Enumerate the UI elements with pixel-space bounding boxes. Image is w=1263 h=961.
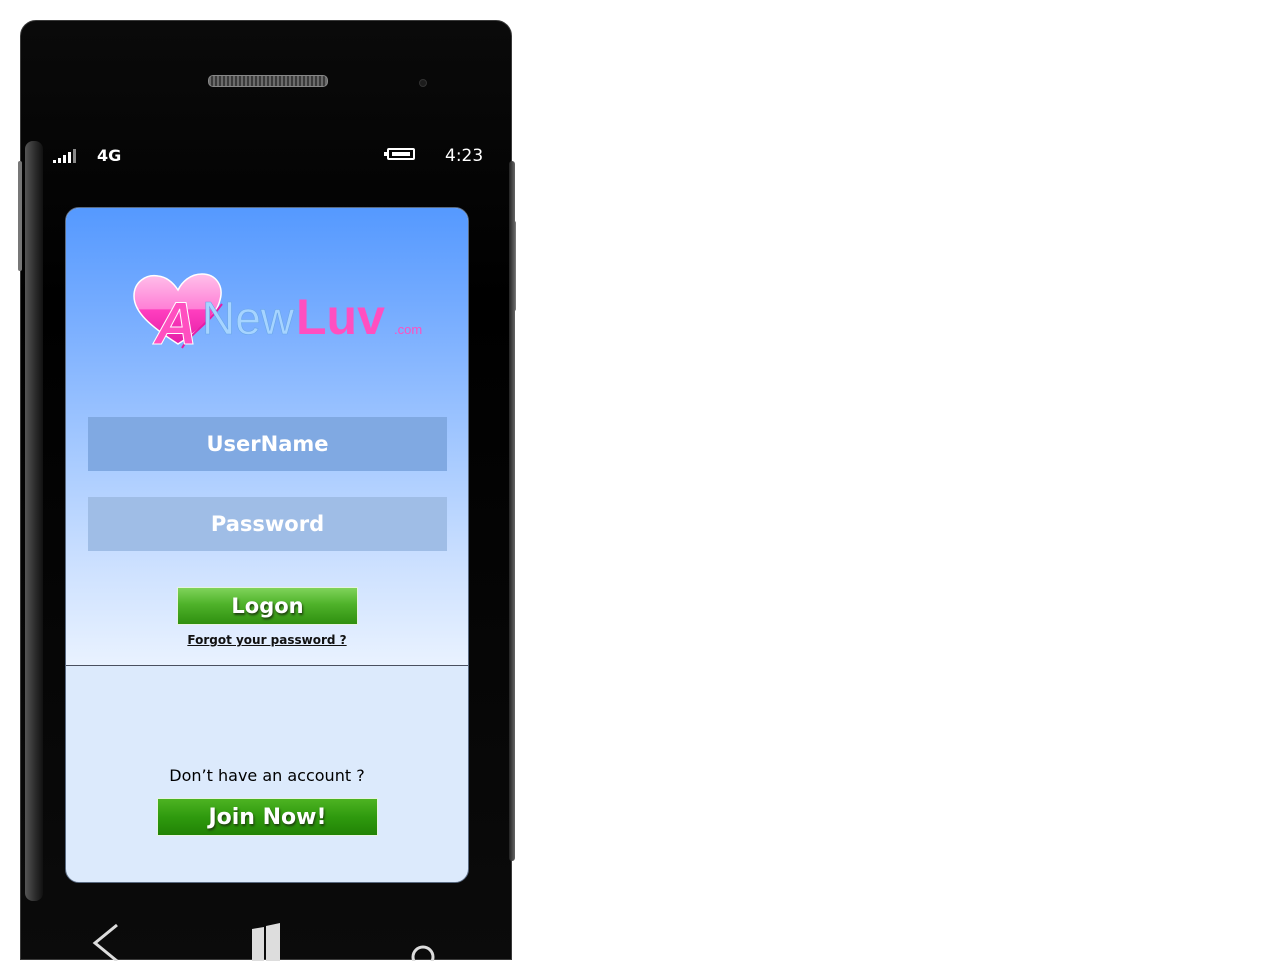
app-screen: A New Luv .com UserName Password Logon F…	[65, 207, 469, 883]
search-icon[interactable]	[409, 921, 439, 961]
logo-tld: .com	[394, 322, 422, 337]
password-placeholder: Password	[210, 512, 325, 536]
anewluv-logo: A New Luv .com	[133, 273, 422, 358]
no-account-prompt: Don’t have an account ?	[169, 766, 365, 785]
status-bar: 4G 4:23	[21, 139, 511, 169]
hardware-nav-bar	[21, 901, 511, 961]
login-panel: A New Luv .com UserName Password Logon F…	[66, 208, 468, 666]
clock: 4:23	[445, 146, 484, 166]
front-camera	[419, 79, 427, 87]
username-placeholder: UserName	[206, 432, 329, 456]
volume-button	[18, 161, 22, 271]
forgot-password-link[interactable]: Forgot your password ?	[66, 633, 468, 647]
logon-button[interactable]: Logon	[177, 587, 358, 625]
network-type: 4G	[97, 146, 122, 165]
logo-word-new: New	[202, 292, 295, 344]
earpiece-speaker	[208, 75, 328, 87]
join-now-button[interactable]: Join Now!	[157, 798, 378, 836]
back-arrow-icon[interactable]	[87, 921, 123, 961]
power-button	[512, 221, 516, 311]
logo-letter-a: A	[152, 290, 197, 357]
battery-icon	[384, 148, 415, 160]
windows-start-icon[interactable]	[250, 921, 282, 961]
password-field[interactable]: Password	[88, 497, 447, 551]
username-field[interactable]: UserName	[88, 417, 447, 471]
phone-frame: 4G 4:23 A New Luv .com UserName Password…	[18, 20, 516, 961]
logo-word-luv: Luv	[296, 289, 385, 345]
signal-strength-icon	[53, 149, 81, 163]
